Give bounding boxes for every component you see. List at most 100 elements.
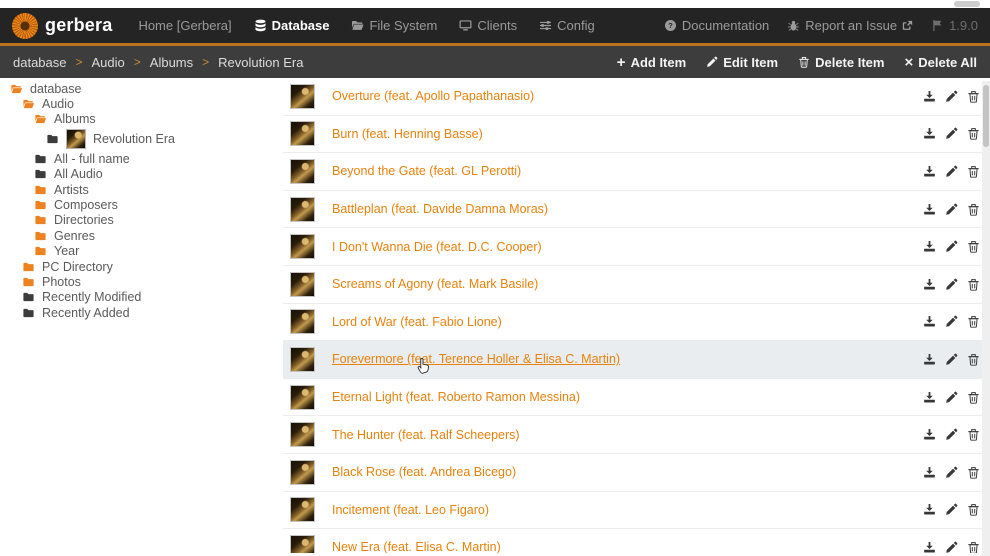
track-row[interactable]: New Era (feat. Elisa C. Martin)	[283, 529, 990, 553]
tree-item-composers[interactable]: Composers	[2, 197, 283, 212]
delete-icon[interactable]	[967, 278, 980, 291]
delete-icon[interactable]	[967, 165, 980, 178]
tree-item-genres[interactable]: Genres	[2, 228, 283, 243]
nav-link-documentation[interactable]: Documentation	[664, 18, 769, 33]
track-link[interactable]: Black Rose (feat. Andrea Bicego)	[332, 465, 516, 479]
track-row[interactable]: Lord of War (feat. Fabio Lione)	[283, 304, 990, 342]
delete-item-button[interactable]: Delete Item	[798, 55, 884, 70]
edit-icon[interactable]	[945, 203, 958, 216]
track-link[interactable]: I Don't Wanna Die (feat. D.C. Cooper)	[332, 240, 542, 254]
download-icon[interactable]	[923, 127, 936, 140]
tree-item-photos[interactable]: Photos	[2, 274, 283, 289]
tree-item-recently-modified[interactable]: Recently Modified	[2, 290, 283, 305]
edit-icon[interactable]	[945, 503, 958, 516]
delete-icon[interactable]	[967, 315, 980, 329]
track-row[interactable]: Black Rose (feat. Andrea Bicego)	[283, 454, 990, 492]
track-link[interactable]: Screams of Agony (feat. Mark Basile)	[332, 277, 538, 291]
download-icon[interactable]	[923, 240, 936, 253]
tree-item-audio[interactable]: Audio	[2, 96, 283, 111]
nav-item-database[interactable]: Database	[254, 18, 329, 33]
delete-icon[interactable]	[967, 203, 980, 216]
edit-icon[interactable]	[945, 391, 958, 404]
edit-icon[interactable]	[945, 165, 958, 178]
download-icon[interactable]	[923, 428, 936, 441]
tree-item-all-audio[interactable]: All Audio	[2, 167, 283, 182]
nav-item-file-system[interactable]: File System	[351, 18, 437, 33]
track-row[interactable]: Forevermore (feat. Terence Holler & Elis…	[283, 341, 990, 379]
edit-icon[interactable]	[945, 315, 958, 328]
tree-item-albums[interactable]: Albums	[2, 112, 283, 127]
edit-icon[interactable]	[945, 466, 958, 479]
download-icon[interactable]	[923, 541, 936, 553]
edit-icon[interactable]	[945, 240, 958, 253]
track-row[interactable]: Overture (feat. Apollo Papathanasio)	[283, 78, 990, 116]
download-icon[interactable]	[923, 278, 936, 291]
add-item-button[interactable]: + Add Item	[617, 55, 686, 70]
track-link[interactable]: Lord of War (feat. Fabio Lione)	[332, 315, 502, 329]
track-link[interactable]: Beyond the Gate (feat. GL Perotti)	[332, 164, 521, 178]
track-row[interactable]: Battleplan (feat. Davide Damna Moras)	[283, 191, 990, 229]
download-icon[interactable]	[923, 203, 936, 216]
tree-item-year[interactable]: Year	[2, 244, 283, 259]
nav-item-clients[interactable]: Clients	[459, 18, 517, 33]
breadcrumb-item-audio[interactable]: Audio	[92, 55, 125, 70]
download-icon[interactable]	[923, 466, 936, 479]
edit-icon[interactable]	[945, 127, 958, 140]
tree-item-all-full-name[interactable]: All - full name	[2, 151, 283, 166]
edit-icon[interactable]	[945, 353, 958, 366]
tree-item-artists[interactable]: Artists	[2, 182, 283, 197]
delete-icon[interactable]	[967, 127, 980, 141]
edit-icon[interactable]	[945, 541, 958, 553]
delete-icon[interactable]	[967, 391, 980, 404]
track-row[interactable]: Burn (feat. Henning Basse)	[283, 116, 990, 154]
track-row[interactable]: Screams of Agony (feat. Mark Basile)	[283, 266, 990, 304]
nav-item-home-gerbera[interactable]: Home [Gerbera]	[138, 18, 231, 33]
track-link[interactable]: Overture (feat. Apollo Papathanasio)	[332, 89, 534, 103]
download-icon[interactable]	[923, 315, 936, 328]
edit-item-button[interactable]: Edit Item	[706, 55, 778, 70]
tree-item-directories[interactable]: Directories	[2, 213, 283, 228]
tree-item-database[interactable]: database	[2, 81, 283, 96]
track-link[interactable]: Eternal Light (feat. Roberto Ramon Messi…	[332, 390, 580, 404]
delete-icon[interactable]	[967, 90, 980, 103]
delete-all-button[interactable]: × Delete All	[904, 55, 977, 70]
breadcrumb-item-database[interactable]: database	[13, 55, 67, 70]
track-row[interactable]: Beyond the Gate (feat. GL Perotti)	[283, 153, 990, 191]
track-link[interactable]: Burn (feat. Henning Basse)	[332, 127, 483, 141]
breadcrumb-item-albums[interactable]: Albums	[150, 55, 193, 70]
app-brand[interactable]: gerbera	[12, 12, 112, 39]
edit-icon[interactable]	[945, 278, 958, 291]
edit-icon[interactable]	[945, 428, 958, 441]
nav-item-config[interactable]: Config	[539, 18, 595, 33]
download-icon[interactable]	[923, 391, 936, 404]
download-icon[interactable]	[923, 90, 936, 103]
track-link[interactable]: Battleplan (feat. Davide Damna Moras)	[332, 202, 548, 216]
delete-icon[interactable]	[967, 466, 980, 479]
edit-icon[interactable]	[945, 90, 958, 103]
tree-item-recently-added[interactable]: Recently Added	[2, 305, 283, 320]
delete-icon[interactable]	[967, 541, 980, 553]
database-icon	[255, 19, 266, 32]
tree-item-revolution-era[interactable]: Revolution Era	[2, 127, 283, 151]
track-row[interactable]: The Hunter (feat. Ralf Scheepers)	[283, 416, 990, 454]
download-icon[interactable]	[923, 165, 936, 178]
delete-icon[interactable]	[967, 503, 980, 517]
track-link[interactable]: Forevermore (feat. Terence Holler & Elis…	[332, 352, 620, 366]
download-icon[interactable]	[923, 353, 936, 366]
nav-link-report-an-issue[interactable]: Report an Issue	[787, 18, 913, 33]
track-link[interactable]: New Era (feat. Elisa C. Martin)	[332, 540, 501, 553]
nav-link-label: Report an Issue	[805, 18, 898, 33]
tree-item-pc-directory[interactable]: PC Directory	[2, 259, 283, 274]
track-row[interactable]: Eternal Light (feat. Roberto Ramon Messi…	[283, 379, 990, 417]
delete-icon[interactable]	[967, 240, 980, 253]
delete-icon[interactable]	[967, 353, 980, 366]
scrollbar[interactable]	[982, 81, 990, 556]
delete-icon[interactable]	[967, 428, 980, 441]
track-link[interactable]: Incitement (feat. Leo Figaro)	[332, 503, 489, 517]
track-row[interactable]: I Don't Wanna Die (feat. D.C. Cooper)	[283, 228, 990, 266]
breadcrumb-item-revolution-era[interactable]: Revolution Era	[218, 55, 303, 70]
track-link[interactable]: The Hunter (feat. Ralf Scheepers)	[332, 428, 520, 442]
track-row[interactable]: Incitement (feat. Leo Figaro)	[283, 492, 990, 530]
scrollbar-thumb[interactable]	[983, 85, 989, 147]
download-icon[interactable]	[923, 503, 936, 516]
